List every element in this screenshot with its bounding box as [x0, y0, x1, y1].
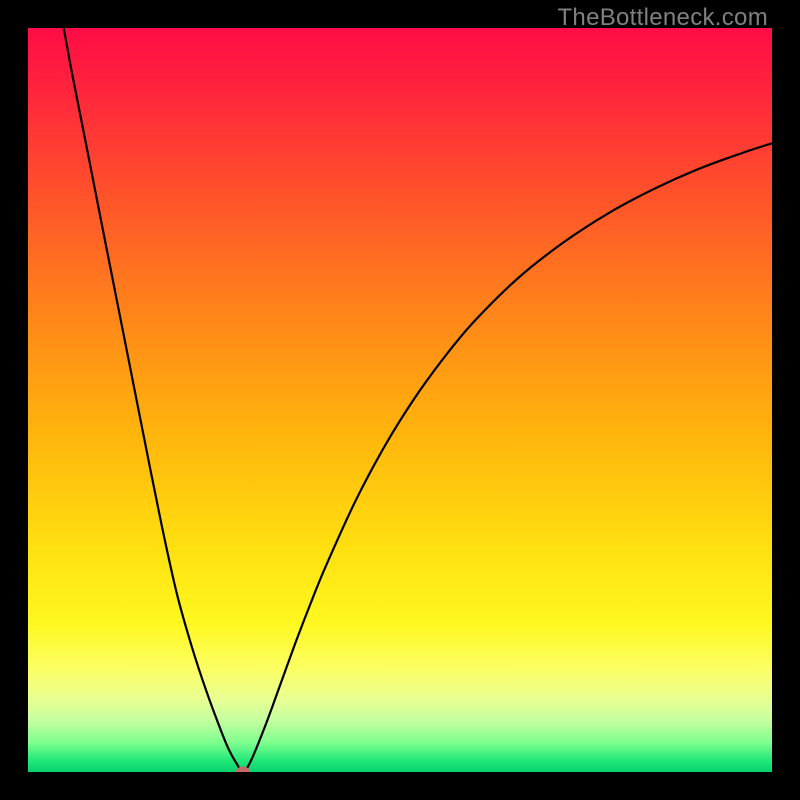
plot-area: [28, 28, 772, 772]
gradient-background: [28, 28, 772, 772]
chart-svg: [28, 28, 772, 772]
chart-frame: TheBottleneck.com: [0, 0, 800, 800]
watermark-text: TheBottleneck.com: [557, 4, 768, 32]
